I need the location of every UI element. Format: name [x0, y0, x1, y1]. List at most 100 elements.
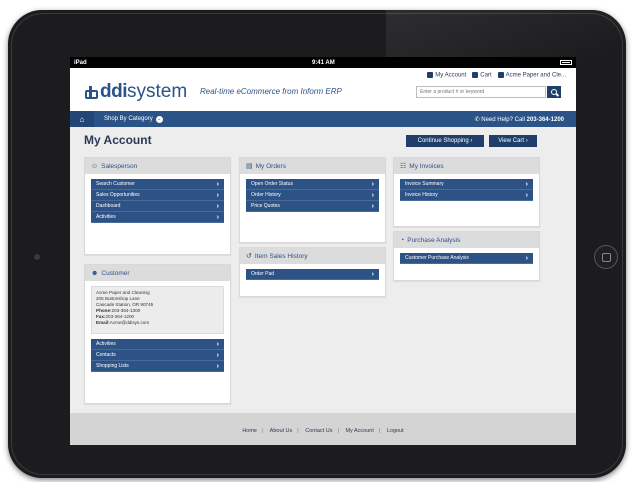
chevron-right-icon: ›: [371, 270, 374, 278]
customer-header: ☻ Customer: [85, 265, 230, 281]
ddi-logo[interactable]: ddi system: [84, 81, 187, 103]
continue-shopping-button[interactable]: Continue Shopping ›: [406, 135, 484, 147]
footer-separator: |: [261, 428, 264, 434]
customer-email[interactable]: Acme@ddisys.com: [110, 320, 149, 325]
orders-panel: ▤ My Orders Open Order Status › Order Hist…: [239, 157, 386, 243]
search-button[interactable]: [547, 86, 561, 98]
chevron-right-icon: ›: [216, 202, 219, 210]
top-links: My Account Cart Acme Paper and Cle...: [427, 72, 566, 79]
nav-bar: ⌂ Shop By Category ⌄ ✆ Need Help? Call 2…: [70, 111, 576, 127]
purchase-title: Purchase Analysis: [407, 236, 461, 244]
item-label: Activities: [96, 341, 116, 347]
page-title: My Account: [84, 133, 152, 147]
item-label: Order History: [251, 192, 281, 198]
cart-icon: ▤: [246, 163, 253, 170]
company-label: Acme Paper and Cle...: [505, 72, 566, 79]
search-input[interactable]: [416, 86, 546, 98]
item-sales-item-order-pad[interactable]: Order Pad ›: [246, 269, 379, 280]
status-time: 9:41 AM: [311, 59, 335, 66]
item-label: Contacts: [96, 352, 116, 358]
home-nav-button[interactable]: ⌂: [70, 111, 94, 127]
item-label: Customer Purchase Analysis: [405, 255, 469, 261]
footer-link-about-us[interactable]: About Us: [270, 428, 293, 434]
purchase-item-customer-purchase-analysis[interactable]: Customer Purchase Analysis ›: [400, 253, 533, 264]
chevron-right-icon: ›: [216, 362, 219, 370]
search-icon: [551, 89, 557, 95]
cart-icon: [472, 72, 479, 78]
site-header: ddi system Real-time eCommerce from Info…: [70, 68, 576, 111]
customer-panel: ☻ Customer Acme Paper and Cleaning 205 Bu…: [84, 264, 231, 404]
site-footer: Home | About Us | Contact Us | My Account | …: [70, 413, 576, 445]
footer-link-my-account[interactable]: My Account: [345, 428, 373, 434]
orders-item-order-history[interactable]: Order History ›: [246, 190, 379, 201]
item-label: Order Pad: [251, 271, 275, 277]
salesperson-panel: ☺ Salesperson Search Customer › Sales Oppo…: [84, 157, 231, 255]
footer-links: Home | About Us | Contact Us | My Account | …: [70, 428, 576, 434]
orders-header: ▤ My Orders: [240, 158, 385, 174]
help-phone[interactable]: ✆ Need Help? Call 203-364-1200: [475, 116, 564, 123]
salesperson-item-search-customer[interactable]: Search Customer ›: [91, 179, 224, 190]
battery-icon: [560, 60, 572, 65]
invoices-panel: ☷ My Invoices Invoice Summary › Invoice Hi…: [393, 157, 540, 227]
home-button[interactable]: [594, 245, 618, 269]
customer-phone: 203-364-1300: [111, 308, 141, 313]
customer-title: Customer: [101, 269, 130, 277]
invoices-title: My Invoices: [409, 162, 444, 170]
item-label: Invoice History: [405, 192, 438, 198]
salesperson-item-dashboard[interactable]: Dashboard ›: [91, 201, 224, 212]
logo-bold-text: ddi: [100, 81, 128, 102]
chevron-right-icon: ›: [216, 213, 219, 221]
invoices-item-invoice-summary[interactable]: Invoice Summary ›: [400, 179, 533, 190]
camera-icon: [34, 254, 40, 260]
invoice-icon: ☷: [400, 163, 407, 170]
cart-link[interactable]: Cart: [472, 72, 492, 79]
item-sales-header: ↺ Item Sales History: [240, 248, 385, 264]
salesperson-item-sales-opportunities[interactable]: Sales Opportunities ›: [91, 190, 224, 201]
orders-title: My Orders: [255, 162, 286, 170]
footer-link-contact-us[interactable]: Contact Us: [305, 428, 332, 434]
orders-item-open-order-status[interactable]: Open Order Status ›: [246, 179, 379, 190]
customer-item-contacts[interactable]: Contacts ›: [91, 350, 224, 361]
item-label: Activities: [96, 214, 116, 220]
footer-link-home[interactable]: Home: [242, 428, 257, 434]
item-sales-title: Item Sales History: [254, 252, 308, 260]
orders-item-price-quotes[interactable]: Price Quotes ›: [246, 201, 379, 212]
footer-link-logout[interactable]: Logout: [387, 428, 404, 434]
chevron-right-icon: ›: [525, 180, 528, 188]
purchase-header: ◔ Purchase Analysis: [394, 232, 539, 248]
salesperson-item-activities[interactable]: Activities ›: [91, 212, 224, 223]
view-cart-button[interactable]: View Cart ›: [489, 135, 537, 147]
chevron-right-icon: ›: [371, 202, 374, 210]
history-icon: ↺: [246, 253, 252, 260]
email-label: Email:: [96, 320, 110, 325]
item-sales-history-panel: ↺ Item Sales History Order Pad ›: [239, 247, 386, 297]
customer-fax: 203-364-1200: [105, 314, 135, 319]
logo-rest-text: system: [127, 81, 188, 102]
screen: iPad 9:41 AM ddi system Real-time eComme…: [70, 57, 576, 445]
help-prefix: Need Help? Call: [481, 116, 527, 123]
chevron-right-icon: ›: [216, 191, 219, 199]
view-cart-label: View Cart: [498, 138, 525, 144]
customer-item-activities[interactable]: Activities ›: [91, 339, 224, 350]
my-account-link[interactable]: My Account: [427, 72, 466, 79]
tagline: Real-time eCommerce from Inform ERP: [200, 87, 342, 96]
main-content: My Account Continue Shopping › View Cart…: [70, 127, 576, 427]
item-label: Open Order Status: [251, 181, 293, 187]
shop-by-category-menu[interactable]: Shop By Category ⌄: [104, 115, 163, 123]
item-label: Dashboard: [96, 203, 121, 209]
footer-separator: |: [337, 428, 339, 434]
customer-item-shopping-lists[interactable]: Shopping Lists ›: [91, 361, 224, 372]
phone-icon: ✆: [474, 116, 480, 123]
my-account-label: My Account: [435, 72, 467, 79]
chevron-right-icon: ›: [371, 191, 374, 199]
logo-icon: [84, 85, 98, 99]
cart-label: Cart: [480, 72, 492, 79]
account-icon: [427, 72, 434, 78]
invoices-item-invoice-history[interactable]: Invoice History ›: [400, 190, 533, 201]
person-icon: ☻: [91, 269, 99, 277]
company-link[interactable]: Acme Paper and Cle...: [497, 72, 566, 79]
item-label: Invoice Summary: [405, 181, 444, 187]
item-label: Search Customer: [96, 181, 135, 187]
item-label: Shopping Lists: [96, 363, 129, 369]
person-outline-icon: ☺: [91, 162, 99, 170]
